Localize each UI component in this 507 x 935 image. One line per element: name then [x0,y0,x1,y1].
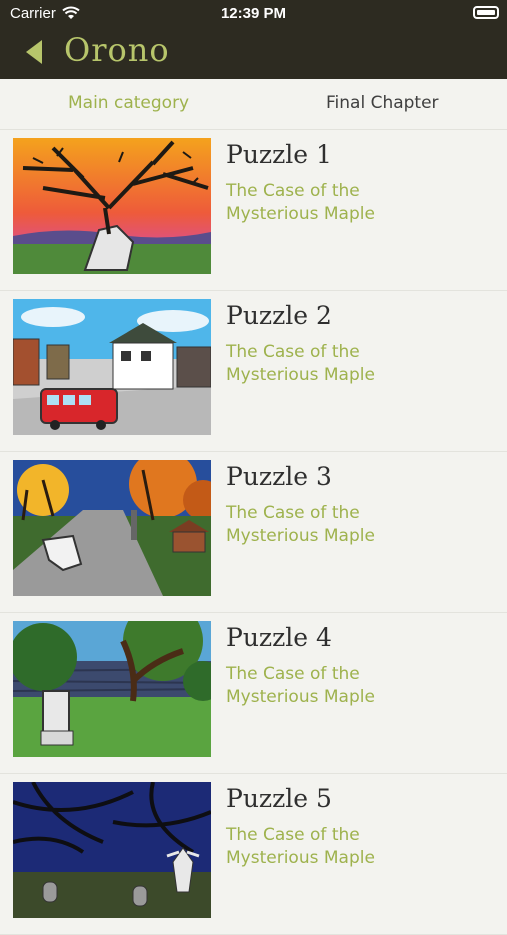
puzzle-4-thumbnail [13,621,211,757]
puzzle-list: Puzzle 1 The Case of the Mysterious Mapl… [0,130,507,935]
back-arrow-icon[interactable] [24,38,44,66]
battery-icon [473,6,499,19]
puzzle-row-3[interactable]: Puzzle 3 The Case of the Mysterious Mapl… [0,452,507,613]
puzzle-row-5[interactable]: Puzzle 5 The Case of the Mysterious Mapl… [0,774,507,935]
category-tabs: Main category Final Chapter [0,79,507,130]
puzzle-3-thumbnail [13,460,211,596]
status-bar: Carrier 12:39 PM [0,0,507,28]
puzzle-subtitle: The Case of the Mysterious Maple [226,825,375,868]
puzzle-subtitle: The Case of the Mysterious Maple [226,342,375,385]
puzzle-subtitle: The Case of the Mysterious Maple [226,181,375,224]
puzzle-1-thumbnail [13,138,211,274]
puzzle-5-thumbnail [13,782,211,918]
navigation-bar: Orono [0,28,507,79]
tab-final-chapter[interactable]: Final Chapter [326,93,439,113]
puzzle-subtitle: The Case of the Mysterious Maple [226,664,375,707]
puzzle-row-2[interactable]: Puzzle 2 The Case of the Mysterious Mapl… [0,291,507,452]
puzzle-row-1[interactable]: Puzzle 1 The Case of the Mysterious Mapl… [0,130,507,291]
tab-main-category[interactable]: Main category [68,93,189,113]
puzzle-row-4[interactable]: Puzzle 4 The Case of the Mysterious Mapl… [0,613,507,774]
puzzle-2-thumbnail [13,299,211,435]
puzzle-subtitle: The Case of the Mysterious Maple [226,503,375,546]
puzzle-title: Puzzle 1 [226,140,332,169]
puzzle-title: Puzzle 2 [226,301,332,330]
puzzle-title: Puzzle 4 [226,623,332,652]
page-title: Orono [64,31,170,69]
puzzle-title: Puzzle 3 [226,462,332,491]
puzzle-title: Puzzle 5 [226,784,332,813]
clock: 12:39 PM [220,5,287,22]
